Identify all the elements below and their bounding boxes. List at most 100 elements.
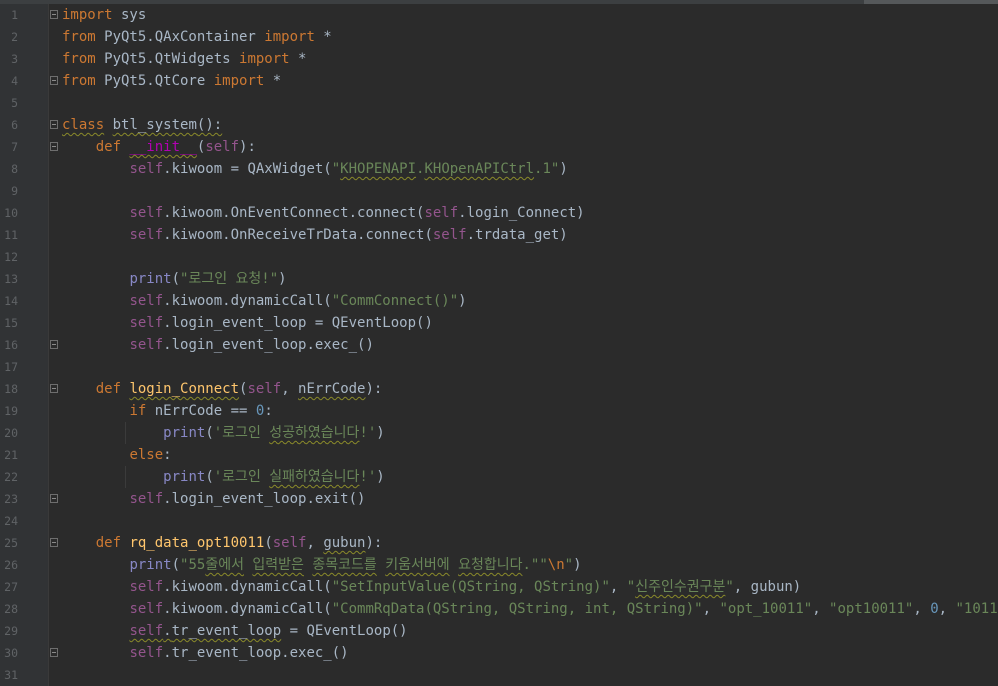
line-number: 15 <box>4 316 18 330</box>
line-number: 11 <box>4 228 18 242</box>
code-line[interactable]: 4 from PyQt5.QtCore import * <box>0 70 998 92</box>
code-fragment: = QEventLoop() <box>281 623 408 639</box>
builtin-function: print <box>129 557 172 573</box>
string-literal: "opt_10011" <box>719 601 813 617</box>
code-fragment: .kiwoom.OnEventConnect.connect( <box>163 205 425 221</box>
code-line[interactable]: 6 class btl_system(): <box>0 114 998 136</box>
code-line[interactable]: 22 print('로그인 실패하였습니다!') <box>0 466 998 488</box>
code-text: print("55줄에서 입력받은 종목코드를 키움서버에 요청합니다.""\n… <box>62 554 581 576</box>
code-line[interactable]: 9 <box>0 180 998 202</box>
string-literal: .1" <box>534 161 560 177</box>
code-line[interactable]: 18 def login_Connect(self, nErrCode): <box>0 378 998 400</box>
line-number: 16 <box>4 338 18 352</box>
code-line[interactable]: 11 self.kiwoom.OnReceiveTrData.connect(s… <box>0 224 998 246</box>
code-editor[interactable]: 1 import sys 2 from PyQt5.QAxContainer i… <box>0 0 998 686</box>
line-number: 6 <box>11 118 18 132</box>
code-line[interactable]: 20 print('로그인 성공하였습니다!') <box>0 422 998 444</box>
code-fragment: nErrCode == <box>146 403 256 419</box>
string-literal: "1011" <box>955 601 998 617</box>
code-fragment: .kiwoom = QAxWidget( <box>163 161 332 177</box>
code-fragment: .kiwoom.dynamicCall( <box>163 579 332 595</box>
fold-end-marker-icon[interactable] <box>50 76 58 85</box>
fold-end-marker-icon[interactable] <box>50 340 58 349</box>
code-fragment: .login_event_loop.exit() <box>163 491 366 507</box>
code-line[interactable]: 15 self.login_event_loop = QEventLoop() <box>0 312 998 334</box>
punctuation: , <box>306 535 324 551</box>
code-line[interactable]: 24 <box>0 510 998 532</box>
code-line[interactable]: 7 def __init__(self): <box>0 136 998 158</box>
fold-end-marker-icon[interactable] <box>50 648 58 657</box>
function-name: login_Connect <box>129 381 240 397</box>
code-line[interactable]: 10 self.kiwoom.OnEventConnect.connect(se… <box>0 202 998 224</box>
fold-marker-icon[interactable] <box>50 120 58 129</box>
punctuation: ) <box>278 271 287 287</box>
fold-marker-icon[interactable] <box>50 10 58 19</box>
string-literal: 키움서버에 <box>385 557 450 573</box>
punctuation: ): <box>239 139 256 155</box>
code-fragment: , gubun) <box>733 579 802 595</box>
code-text: def login_Connect(self, nErrCode): <box>62 378 383 400</box>
keyword: def <box>95 381 122 397</box>
code-line[interactable]: 21 else: <box>0 444 998 466</box>
code-line[interactable]: 19 if nErrCode == 0: <box>0 400 998 422</box>
code-line[interactable]: 27 self.kiwoom.dynamicCall("SetInputValu… <box>0 576 998 598</box>
self-keyword: self <box>129 337 164 353</box>
code-text: from PyQt5.QAxContainer import * <box>62 26 332 48</box>
string-literal <box>450 557 458 573</box>
line-number: 26 <box>4 558 18 572</box>
attribute: tr_event_loop <box>171 623 282 639</box>
code-line[interactable]: 8 self.kiwoom = QAxWidget("KHOPENAPI.KHO… <box>0 158 998 180</box>
method-name: __init__ <box>129 139 197 155</box>
code-line[interactable]: 12 <box>0 246 998 268</box>
fold-end-marker-icon[interactable] <box>50 494 58 503</box>
string-literal: "SetInputValue(QString, QString)" <box>331 579 610 595</box>
code-line[interactable]: 17 <box>0 356 998 378</box>
code-line[interactable]: 30 self.tr_event_loop.exec_() <box>0 642 998 664</box>
fold-marker-icon[interactable] <box>50 142 58 151</box>
code-line[interactable]: 28 self.kiwoom.dynamicCall("CommRqData(Q… <box>0 598 998 620</box>
code-text: else: <box>62 444 172 466</box>
self-keyword: self <box>129 579 164 595</box>
punctuation: : <box>264 403 273 419</box>
code-line[interactable]: 1 import sys <box>0 4 998 26</box>
fold-marker-icon[interactable] <box>50 384 58 393</box>
code-text: self.tr_event_loop = QEventLoop() <box>62 620 408 642</box>
code-line[interactable]: 3 from PyQt5.QtWidgets import * <box>0 48 998 70</box>
code-line[interactable]: 16 self.login_event_loop.exec_() <box>0 334 998 356</box>
punctuation: : <box>163 447 172 463</box>
self-keyword: self <box>247 381 282 397</box>
self-keyword: self <box>129 293 164 309</box>
code-fragment: .kiwoom.dynamicCall( <box>163 601 332 617</box>
code-line[interactable]: 5 <box>0 92 998 114</box>
punctuation: , <box>938 601 956 617</box>
code-line[interactable]: 2 from PyQt5.QAxContainer import * <box>0 26 998 48</box>
string-literal: " <box>725 579 734 595</box>
number-literal: 0 <box>930 601 939 617</box>
fold-marker-icon[interactable] <box>50 538 58 547</box>
line-number: 7 <box>11 140 18 154</box>
line-number: 28 <box>4 602 18 616</box>
code-fragment: .tr_event_loop.exec_() <box>163 645 349 661</box>
code-text: self.kiwoom.dynamicCall("CommConnect()") <box>62 290 467 312</box>
keyword: def <box>95 535 122 551</box>
keyword: class <box>62 117 105 133</box>
punctuation: ) <box>458 293 467 309</box>
line-number: 29 <box>4 624 18 638</box>
code-area[interactable]: 1 import sys 2 from PyQt5.QAxContainer i… <box>0 4 998 686</box>
code-line[interactable]: 31 <box>0 664 998 686</box>
punctuation: ): <box>365 535 383 551</box>
string-literal: 실패하였습니다 <box>269 469 360 485</box>
punctuation: ) <box>376 469 385 485</box>
parameter: nErrCode <box>298 381 366 397</box>
code-line[interactable]: 23 self.login_event_loop.exit() <box>0 488 998 510</box>
code-line[interactable]: 29 self.tr_event_loop = QEventLoop() <box>0 620 998 642</box>
punctuation: , <box>812 601 830 617</box>
code-line[interactable]: 13 print("로그인 요청!") <box>0 268 998 290</box>
code-text: print('로그인 실패하였습니다!') <box>62 466 385 488</box>
code-line[interactable]: 14 self.kiwoom.dynamicCall("CommConnect(… <box>0 290 998 312</box>
string-literal: " <box>626 579 636 595</box>
class-name: btl_system <box>112 117 197 133</box>
code-line[interactable]: 25 def rq_data_opt10011(self, gubun): <box>0 532 998 554</box>
line-number: 23 <box>4 492 18 506</box>
code-line[interactable]: 26 print("55줄에서 입력받은 종목코드를 키움서버에 요청합니다."… <box>0 554 998 576</box>
